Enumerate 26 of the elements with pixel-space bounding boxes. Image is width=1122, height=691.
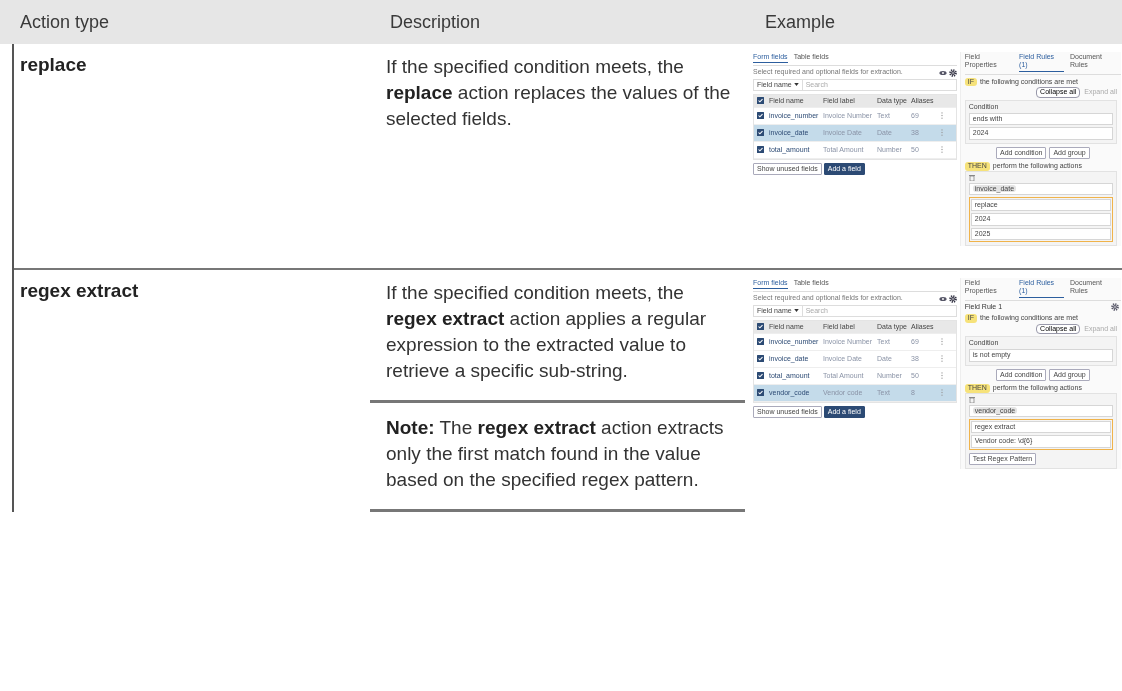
action-name: replace [20, 54, 87, 75]
settings-icon[interactable] [948, 294, 957, 303]
eye-icon[interactable] [938, 294, 947, 303]
description-text: If the specified condition meets, the regex extract action applies a regular expression to the extracted value to retrieve a specific sub-string. [386, 281, 708, 383]
checkbox[interactable] [757, 323, 764, 331]
settings-icon[interactable] [948, 68, 957, 77]
checkbox[interactable] [757, 355, 764, 363]
checkbox[interactable] [757, 97, 764, 105]
checkbox[interactable] [757, 372, 764, 380]
settings-icon[interactable] [1111, 302, 1119, 311]
action-name: regex extract [20, 280, 139, 301]
checkbox[interactable] [757, 146, 764, 154]
checkbox[interactable] [757, 389, 764, 397]
column-header: Example [764, 11, 837, 33]
checkbox[interactable] [757, 112, 764, 120]
trash-icon[interactable] [968, 173, 975, 181]
checkbox[interactable] [757, 129, 764, 137]
column-header: Action type [19, 11, 111, 33]
trash-icon[interactable] [968, 395, 975, 403]
caret-icon [793, 83, 799, 87]
eye-icon[interactable] [938, 68, 947, 77]
caret-icon [793, 309, 799, 313]
description-text: If the specified condition meets, the replace action replaces the values of the selected fields. [386, 55, 732, 131]
column-header: Description [389, 11, 482, 33]
note-text: Note: The regex extract action extracts only the first match found in the value based on the specified regex pattern. [386, 416, 725, 492]
checkbox[interactable] [757, 338, 764, 346]
